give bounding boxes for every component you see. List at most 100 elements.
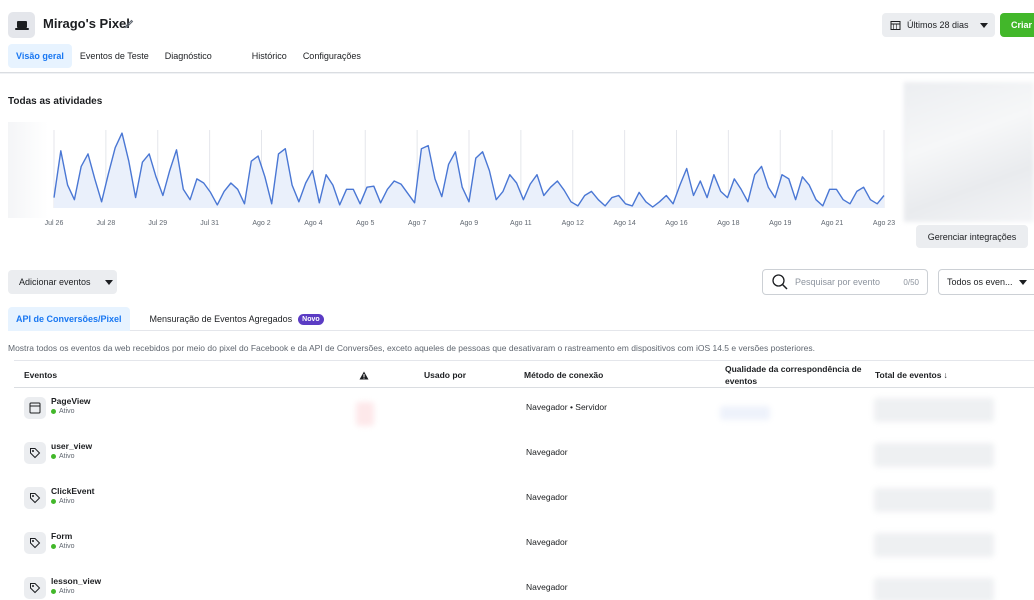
total-cell-blurred	[874, 443, 994, 467]
event-status: Ativo	[51, 453, 75, 460]
connection-method: Navegador	[526, 582, 568, 592]
page-header: Mirago's Pixel Últimos 28 dias Criar Vis…	[0, 0, 1034, 73]
x-tick-label: Ago 21	[821, 220, 843, 227]
pixel-device-icon	[8, 12, 35, 38]
x-tick-label: Ago 5	[356, 220, 374, 227]
event-status-label: Ativo	[59, 453, 75, 460]
main-tabs: Visão geral Eventos de Teste Diagnóstico…	[8, 44, 369, 68]
table-row[interactable]: lesson_view Ativo Navegador	[14, 572, 1034, 600]
col-total-events-label: Total de eventos	[875, 370, 942, 380]
event-status: Ativo	[51, 543, 75, 550]
warning-icon	[359, 361, 369, 389]
x-tick-label: Jul 29	[148, 220, 167, 227]
table-row[interactable]: Form Ativo Navegador	[14, 527, 1034, 572]
tab-test-events[interactable]: Eventos de Teste	[72, 44, 157, 68]
total-cell-blurred	[874, 578, 994, 600]
tab-aggregated-events[interactable]: Mensuração de Eventos Agregados Novo	[142, 307, 332, 331]
tab-diagnostics[interactable]: Diagnóstico	[157, 44, 220, 68]
tab-aggregated-events-label: Mensuração de Eventos Agregados	[149, 314, 293, 324]
connection-method: Navegador	[526, 492, 568, 502]
event-status-label: Ativo	[59, 498, 75, 505]
x-tick-label: Ago 11	[510, 220, 532, 227]
tab-settings[interactable]: Configurações	[295, 44, 369, 68]
page-title: Mirago's Pixel	[43, 16, 130, 31]
status-dot	[51, 409, 56, 414]
connection-method: Navegador	[526, 537, 568, 547]
status-dot	[51, 589, 56, 594]
x-tick-label: Ago 16	[665, 220, 687, 227]
search-placeholder: Pesquisar por evento	[795, 277, 881, 287]
browser-window-icon	[24, 397, 46, 419]
event-name[interactable]: user_view	[51, 441, 92, 451]
x-tick-label: Ago 14	[614, 220, 636, 227]
event-name[interactable]: Form	[51, 531, 72, 541]
event-status-label: Ativo	[59, 588, 75, 595]
table-header: Eventos Usado por Método de conexão Qual…	[14, 360, 1034, 388]
tab-overview[interactable]: Visão geral	[8, 44, 72, 68]
filter-label: Todos os even...	[947, 277, 1013, 287]
arrow-down-icon: ↓	[943, 370, 948, 380]
x-tick-label: Ago 4	[304, 220, 322, 227]
chevron-down-icon	[980, 22, 988, 28]
x-tick-label: Jul 26	[45, 220, 64, 227]
tag-icon	[24, 487, 46, 509]
event-name[interactable]: ClickEvent	[51, 486, 94, 496]
event-name[interactable]: PageView	[51, 396, 91, 406]
search-icon	[772, 274, 788, 290]
event-name[interactable]: lesson_view	[51, 576, 101, 586]
table-row[interactable]: PageView Ativo Navegador • Servidor	[14, 392, 1034, 437]
total-cell-blurred	[874, 533, 994, 557]
event-search[interactable]: Pesquisar por evento 0/50	[762, 269, 928, 295]
total-cell-blurred	[874, 398, 994, 422]
activity-title: Todas as atividades	[8, 96, 103, 107]
col-total-events[interactable]: Total de eventos ↓	[875, 361, 948, 389]
event-filter-dropdown[interactable]: Todos os even...	[938, 269, 1034, 295]
calendar-icon	[890, 20, 901, 30]
x-tick-label: Ago 19	[769, 220, 791, 227]
x-tick-label: Ago 23	[873, 220, 895, 227]
status-dot	[51, 454, 56, 459]
tag-icon	[24, 532, 46, 554]
quality-cell-blurred	[720, 406, 770, 420]
col-connection-method[interactable]: Método de conexão	[524, 361, 603, 389]
manage-integrations-button[interactable]: Gerenciar integrações	[916, 225, 1028, 248]
activity-line-chart: Jul 26 Jul 28 Jul 29 Jul 31 Ago 2 Ago 4 Ago 5 A…	[45, 130, 895, 227]
main-content: Todas as atividades Jul 26 Jul 28 Jul 29 Ju…	[0, 74, 1034, 600]
x-tick-label: Ago 2	[252, 220, 270, 227]
warning-cell-blurred	[356, 402, 374, 426]
event-status-label: Ativo	[59, 543, 75, 550]
create-button[interactable]: Criar	[1000, 13, 1034, 37]
total-cell-blurred	[874, 488, 994, 512]
add-events-button[interactable]: Adicionar eventos	[8, 270, 117, 294]
tab-history[interactable]: Histórico	[244, 44, 295, 68]
table-row[interactable]: ClickEvent Ativo Navegador	[14, 482, 1034, 527]
date-range-label: Últimos 28 dias	[907, 20, 969, 30]
x-tick-label: Ago 7	[408, 220, 426, 227]
new-badge: Novo	[298, 313, 324, 325]
x-tick-label: Ago 9	[460, 220, 478, 227]
add-events-label: Adicionar eventos	[19, 277, 91, 287]
events-description: Mostra todos os eventos da web recebidos…	[8, 343, 815, 353]
event-status-label: Ativo	[59, 408, 75, 415]
search-counter: 0/50	[903, 277, 919, 287]
x-tick-label: Ago 18	[717, 220, 739, 227]
date-range-button[interactable]: Últimos 28 dias	[882, 13, 995, 37]
tab-conversions-api[interactable]: API de Conversões/Pixel	[8, 307, 130, 331]
integrations-panel-blurred	[904, 82, 1034, 222]
col-events[interactable]: Eventos	[24, 361, 57, 389]
tag-icon	[24, 577, 46, 599]
table-row[interactable]: user_view Ativo Navegador	[14, 437, 1034, 482]
col-event-match-quality[interactable]: Qualidade da correspondência de eventos	[725, 361, 865, 389]
connection-method: Navegador • Servidor	[526, 402, 607, 412]
chevron-down-icon	[1018, 279, 1027, 285]
col-used-by[interactable]: Usado por	[424, 361, 466, 389]
x-tick-label: Jul 28	[97, 220, 116, 227]
connection-method: Navegador	[526, 447, 568, 457]
sub-tabs: API de Conversões/Pixel Mensuração de Ev…	[8, 307, 1034, 331]
event-status: Ativo	[51, 408, 75, 415]
pencil-icon[interactable]	[123, 16, 135, 30]
tag-icon	[24, 442, 46, 464]
event-status: Ativo	[51, 498, 75, 505]
status-dot	[51, 499, 56, 504]
status-dot	[51, 544, 56, 549]
